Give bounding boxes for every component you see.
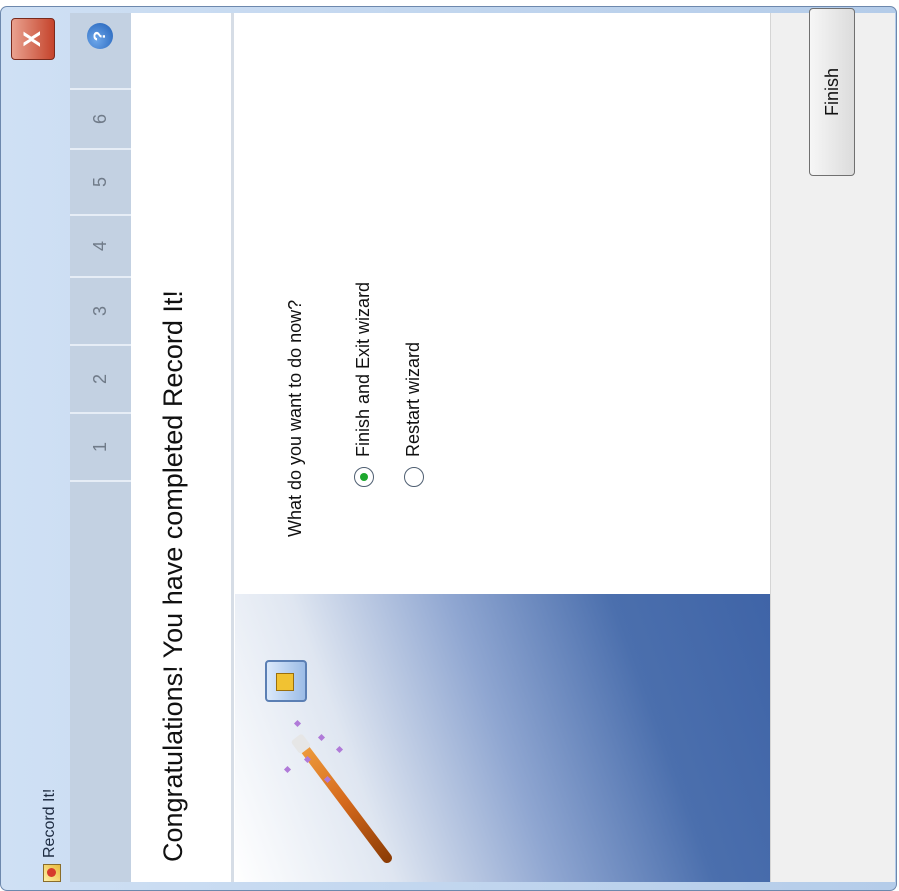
option-restart[interactable]: Restart wizard [403,342,424,487]
app-icon [43,864,61,882]
option-finish-exit[interactable]: Finish and Exit wizard [353,282,374,487]
step-6: 6 [70,88,131,150]
radio-icon[interactable] [353,467,374,487]
wizard-content: Congratulations! You have completed Reco… [131,13,770,882]
window-title: Record It! [41,788,58,858]
step-5: 5 [70,150,131,216]
footer-bar: Finish [770,8,895,882]
question-label: What do you want to do now? [285,299,305,537]
step-3: 3 [70,278,131,346]
option-label: Restart wizard [403,341,423,457]
step-header: 1 2 3 4 5 6 ? [70,13,132,882]
step-2: 2 [70,346,131,414]
wizard-window: Record It! X 1 2 3 4 5 6 ? Congratulatio… [0,6,897,891]
step-4: 4 [70,216,131,278]
title-bar[interactable]: Record It! X [1,7,70,890]
sparkles-icon [275,702,355,792]
close-icon: X [19,31,46,48]
page-title: Congratulations! You have completed Reco… [158,290,188,862]
step-1: 1 [70,414,131,482]
help-icon[interactable]: ? [87,23,113,49]
wizard-illustration [235,594,770,882]
close-button[interactable]: X [11,18,55,60]
finish-button[interactable]: Finish [809,8,855,176]
option-label: Finish and Exit wizard [353,281,373,457]
divider [231,13,234,882]
radio-icon[interactable] [403,467,424,487]
recorder-icon [265,660,307,702]
